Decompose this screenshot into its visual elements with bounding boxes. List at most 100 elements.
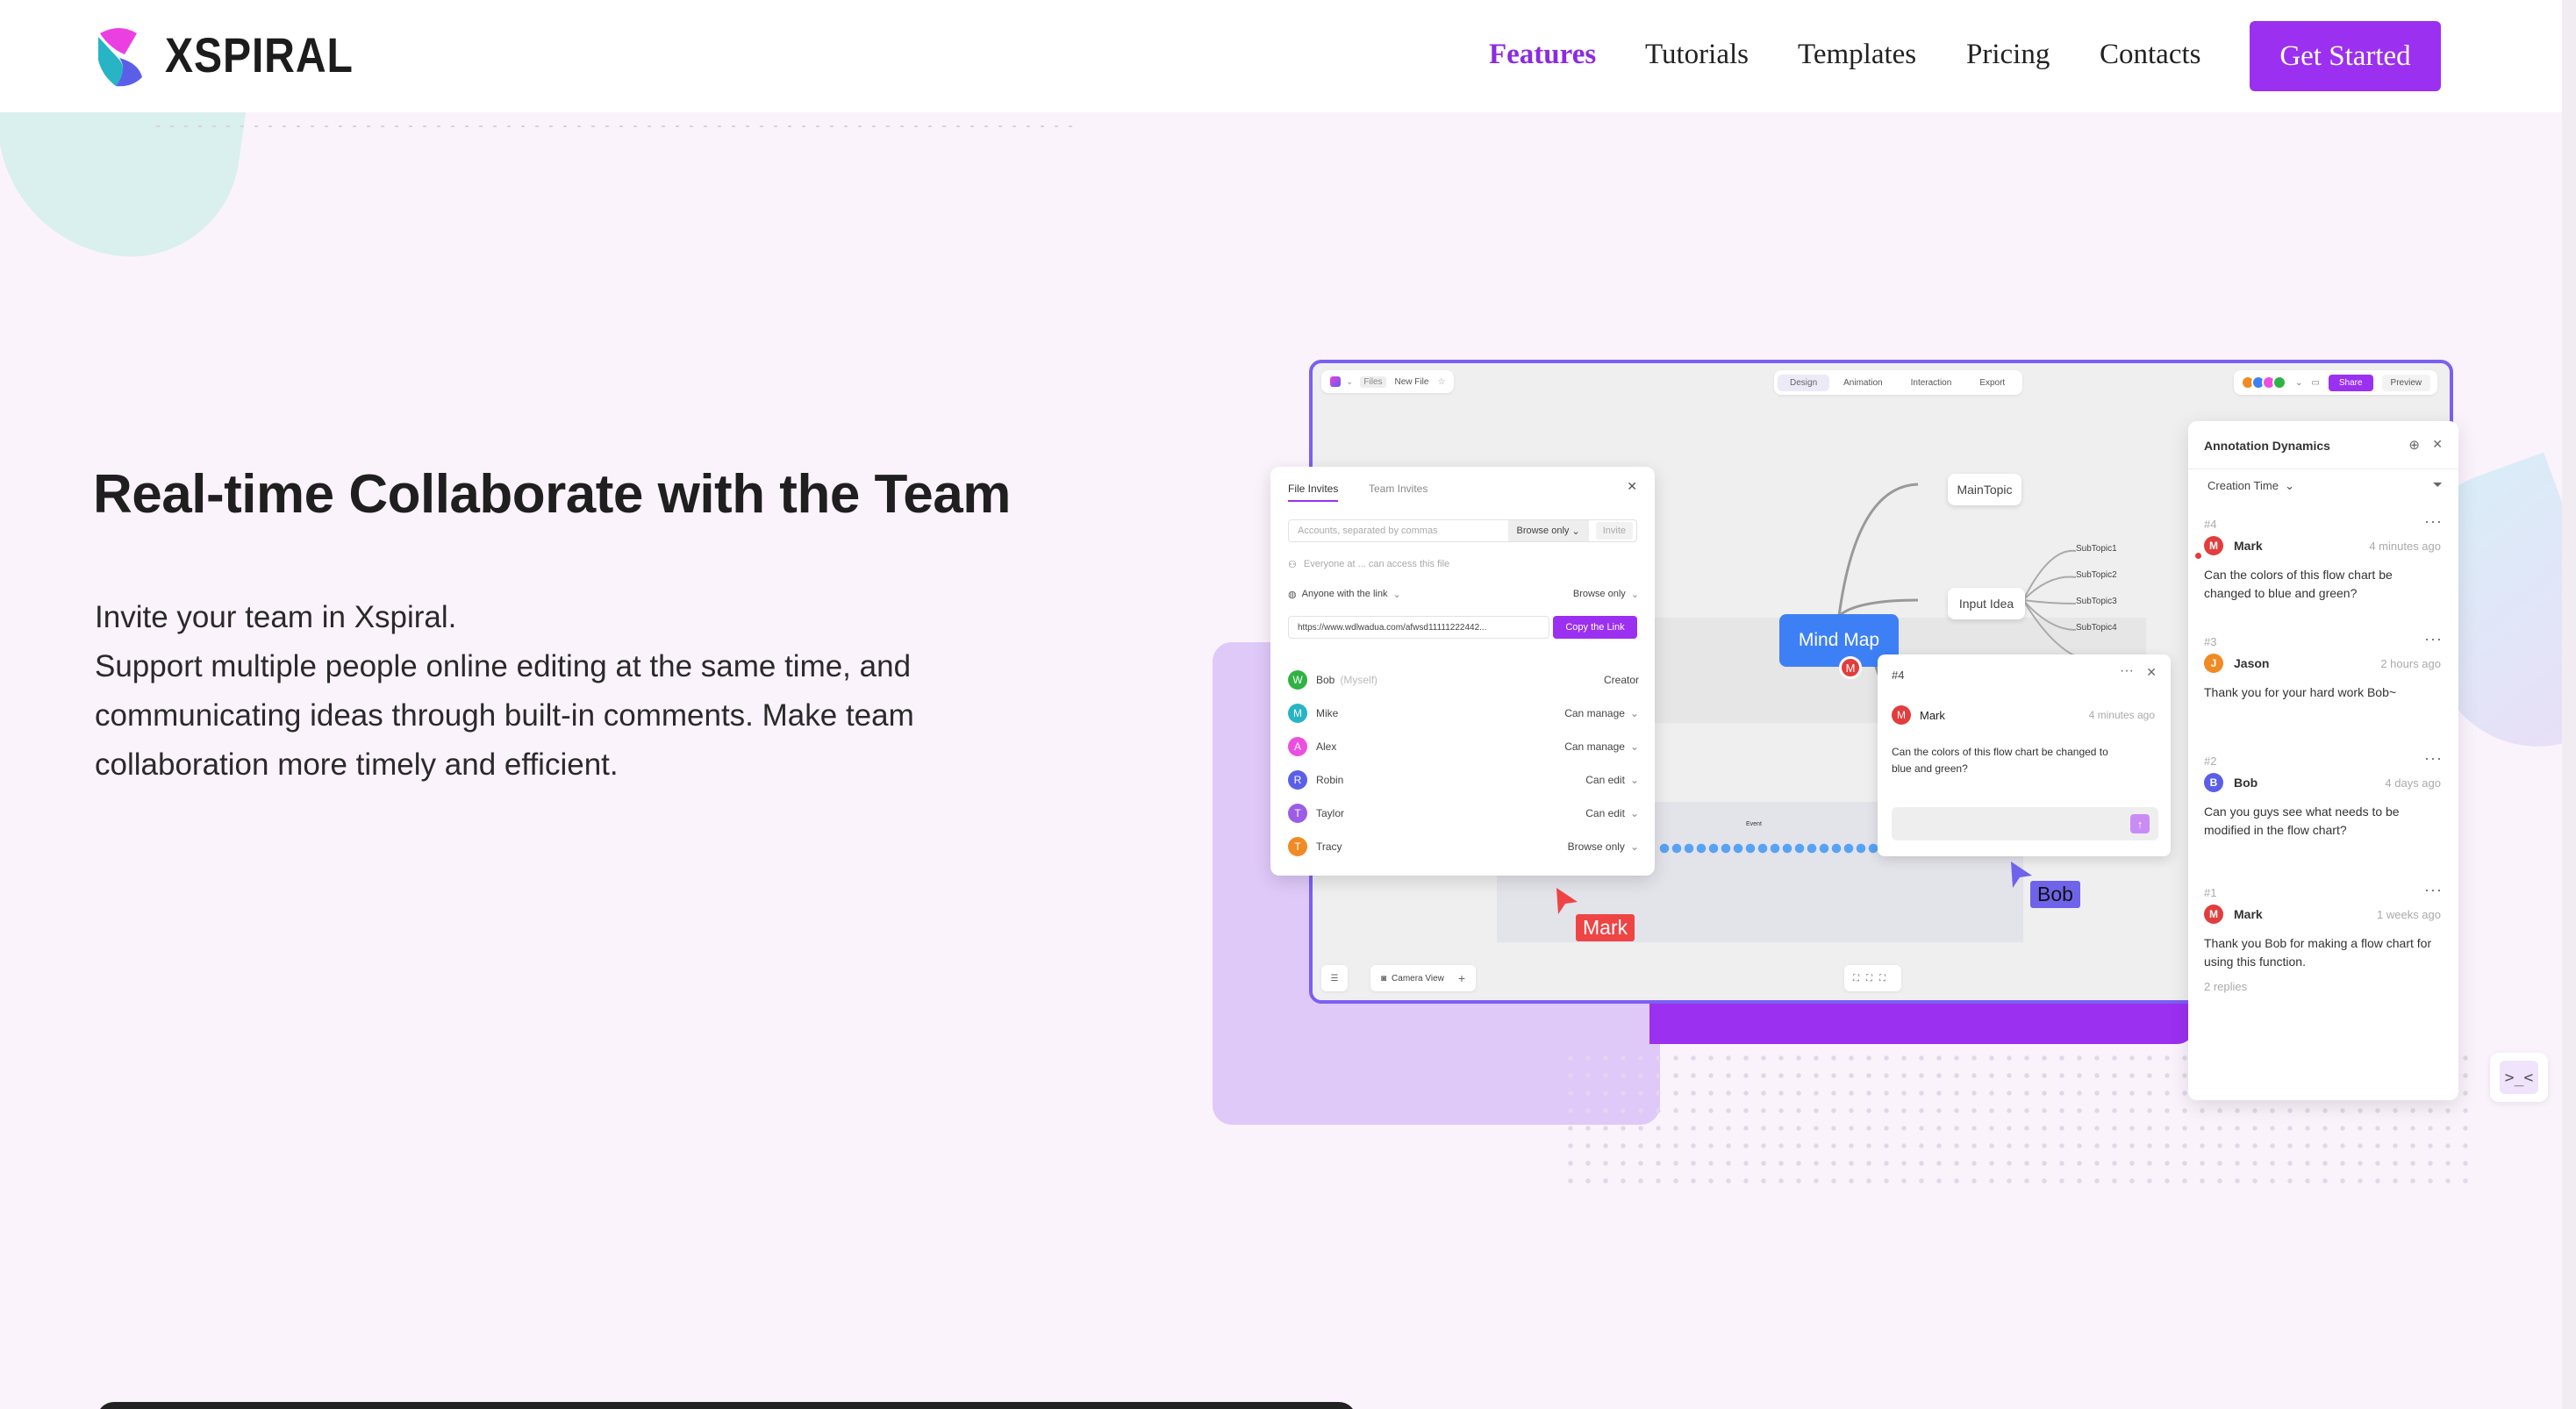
anyone-with-link[interactable]: Anyone with the link (1302, 589, 1388, 599)
annotation-item[interactable]: #3 J Jason 2 hours ago Thank you for your ha… (2204, 635, 2441, 702)
more-icon[interactable]: ··· (2424, 881, 2443, 899)
decorative-dots (151, 123, 1081, 130)
send-icon[interactable]: ↑ (2130, 814, 2150, 833)
annotation-number: #1 (2204, 886, 2217, 899)
accounts-input[interactable]: Accounts, separated by commas Browse onl… (1288, 519, 1637, 542)
member-permission[interactable]: Can manage (1564, 740, 1625, 753)
chevron-down-icon[interactable]: ⌄ (1630, 740, 1639, 753)
input-idea-node[interactable]: Input Idea (1948, 588, 2025, 619)
hero-line: Support multiple people online editing a… (95, 649, 912, 683)
link-permission[interactable]: Browse only (1573, 589, 1626, 599)
filter-icon[interactable]: ⏷ (2433, 477, 2443, 492)
nav-contacts[interactable]: Contacts (2100, 39, 2200, 71)
member-row: W Bob (Myself) Creator (1288, 670, 1639, 690)
camera-view-bar: ◙ Camera View + (1370, 965, 1477, 991)
camera-icon[interactable]: ◙ (1381, 974, 1386, 983)
replies-count[interactable]: 2 replies (2204, 980, 2441, 993)
close-icon[interactable]: ✕ (2146, 665, 2157, 680)
add-comment-icon[interactable]: ⊕ (2408, 437, 2420, 453)
invite-button[interactable]: Invite (1595, 522, 1633, 540)
member-name: Mike (1316, 707, 1339, 719)
close-icon[interactable]: ✕ (1627, 479, 1637, 494)
comment-pin-avatar[interactable]: M (1839, 656, 1862, 679)
chevron-down-icon[interactable]: ⌄ (1630, 774, 1639, 786)
chevron-down-icon[interactable]: ⌄ (1630, 840, 1639, 853)
more-icon[interactable]: ··· (2424, 630, 2443, 648)
plus-icon[interactable]: + (1458, 971, 1465, 985)
link-access-row[interactable]: ◍ Anyone with the link ⌄ Browse only ⌄ (1288, 584, 1639, 604)
annotation-item[interactable]: #2 B Bob 4 days ago Can you guys see what ne… (2204, 755, 2441, 840)
code-toggle-tab[interactable]: >_< (2490, 1053, 2548, 1102)
tab-file-invites[interactable]: File Invites (1288, 483, 1339, 502)
scrollbar-track[interactable] (2562, 0, 2576, 1409)
unread-dot (2195, 553, 2201, 559)
chevron-down-icon[interactable]: ⌄ (1630, 707, 1639, 719)
globe-icon: ◍ (1288, 589, 1297, 600)
hero-line: collaboration more timely and efficient. (95, 747, 619, 782)
browse-only-select[interactable]: Browse only ⌄ (1507, 520, 1589, 541)
more-icon[interactable]: ··· (2424, 749, 2443, 768)
member-permission[interactable]: Browse only (1568, 840, 1625, 853)
main-topic-node[interactable]: MainTopic (1948, 474, 2021, 505)
annotation-time: 2 hours ago (2380, 656, 2441, 670)
annotation-item[interactable]: #1 M Mark 1 weeks ago Thank you Bob for maki… (2204, 886, 2441, 993)
close-icon[interactable]: ✕ (2432, 437, 2443, 452)
cursor-label-mark: Mark (1576, 914, 1635, 941)
annotation-panel: Annotation Dynamics ⊕ ✕ Creation Time ⌄ … (2188, 421, 2458, 1100)
get-started-button[interactable]: Get Started (2250, 21, 2441, 91)
annotation-number: #2 (2204, 755, 2217, 768)
member-name: Robin (1316, 774, 1344, 786)
chevron-down-icon[interactable]: ⌄ (1631, 589, 1639, 600)
avatar: M (2204, 536, 2223, 555)
avatar: B (2204, 773, 2223, 792)
member-name: Bob (1316, 674, 1335, 686)
zoom-controls[interactable]: ⛶⛶⛶ (1844, 965, 1901, 991)
code-icon: >_< (2500, 1061, 2538, 1094)
layers-icon[interactable]: ☰ (1321, 965, 1348, 991)
member-row: T Taylor Can edit ⌄ (1288, 804, 1639, 823)
nav-features[interactable]: Features (1489, 39, 1596, 71)
everyone-note: ⚇ Everyone at ... can access this file (1288, 554, 1639, 574)
chevron-down-icon[interactable]: ⌄ (1392, 589, 1400, 600)
member-row: R Robin Can edit ⌄ (1288, 770, 1639, 790)
copy-link-button[interactable]: Copy the Link (1553, 616, 1637, 639)
accounts-placeholder: Accounts, separated by commas (1298, 526, 1438, 536)
subtopic-node[interactable]: SubTopic1 (2076, 544, 2117, 554)
member-name: Alex (1316, 740, 1337, 753)
subtopic-node[interactable]: SubTopic2 (2076, 570, 2117, 580)
file-invites-panel: File Invites Team Invites ✕ Accounts, se… (1270, 467, 1655, 876)
annotation-item[interactable]: #4 M Mark 4 minutes ago Can the colors of th… (2204, 518, 2441, 603)
annotation-time: 4 minutes ago (2369, 539, 2441, 553)
site-header: XSPIRAL Features Tutorials Templates Pri… (0, 0, 2562, 112)
member-name: Taylor (1316, 807, 1345, 819)
brand-name[interactable]: XSPIRAL (165, 26, 354, 83)
share-link-field[interactable]: https://www.wdlwadua.com/afwsd1111122244… (1288, 616, 1549, 639)
hero-title: Real-time Collaborate with the Team (93, 464, 1011, 525)
browse-only-label: Browse only (1516, 526, 1570, 536)
subtopic-node[interactable]: SubTopic4 (2076, 623, 2117, 633)
annotation-time: 1 weeks ago (2377, 907, 2441, 921)
more-icon[interactable]: ··· (2120, 663, 2134, 679)
nav-templates[interactable]: Templates (1798, 39, 1916, 71)
more-icon[interactable]: ··· (2424, 512, 2443, 531)
member-permission[interactable]: Can manage (1564, 707, 1625, 719)
annotation-text: Can the colors of this flow chart be cha… (2204, 568, 2393, 600)
avatar: M (1288, 704, 1307, 723)
avatar: A (1288, 737, 1307, 756)
divider (2188, 468, 2458, 469)
hero-description: Invite your team in Xspiral. Support mul… (95, 593, 1060, 790)
member-permission[interactable]: Can edit (1585, 807, 1625, 819)
sort-select[interactable]: Creation Time ⌄ (2207, 479, 2294, 493)
nav-pricing[interactable]: Pricing (1966, 39, 2050, 71)
chevron-down-icon[interactable]: ⌄ (1630, 807, 1639, 819)
member-permission[interactable]: Creator (1604, 674, 1639, 686)
subtopic-node[interactable]: SubTopic3 (2076, 597, 2117, 606)
nav-tutorials[interactable]: Tutorials (1645, 39, 1749, 71)
tab-team-invites[interactable]: Team Invites (1369, 483, 1428, 495)
xspiral-logo-icon[interactable] (93, 25, 147, 88)
camera-view-label[interactable]: Camera View (1392, 974, 1444, 983)
annotation-author: Bob (2234, 776, 2258, 790)
member-permission[interactable]: Can edit (1585, 774, 1625, 786)
reply-input[interactable]: ↑ (1892, 807, 2158, 840)
avatar: M (1892, 705, 1911, 725)
